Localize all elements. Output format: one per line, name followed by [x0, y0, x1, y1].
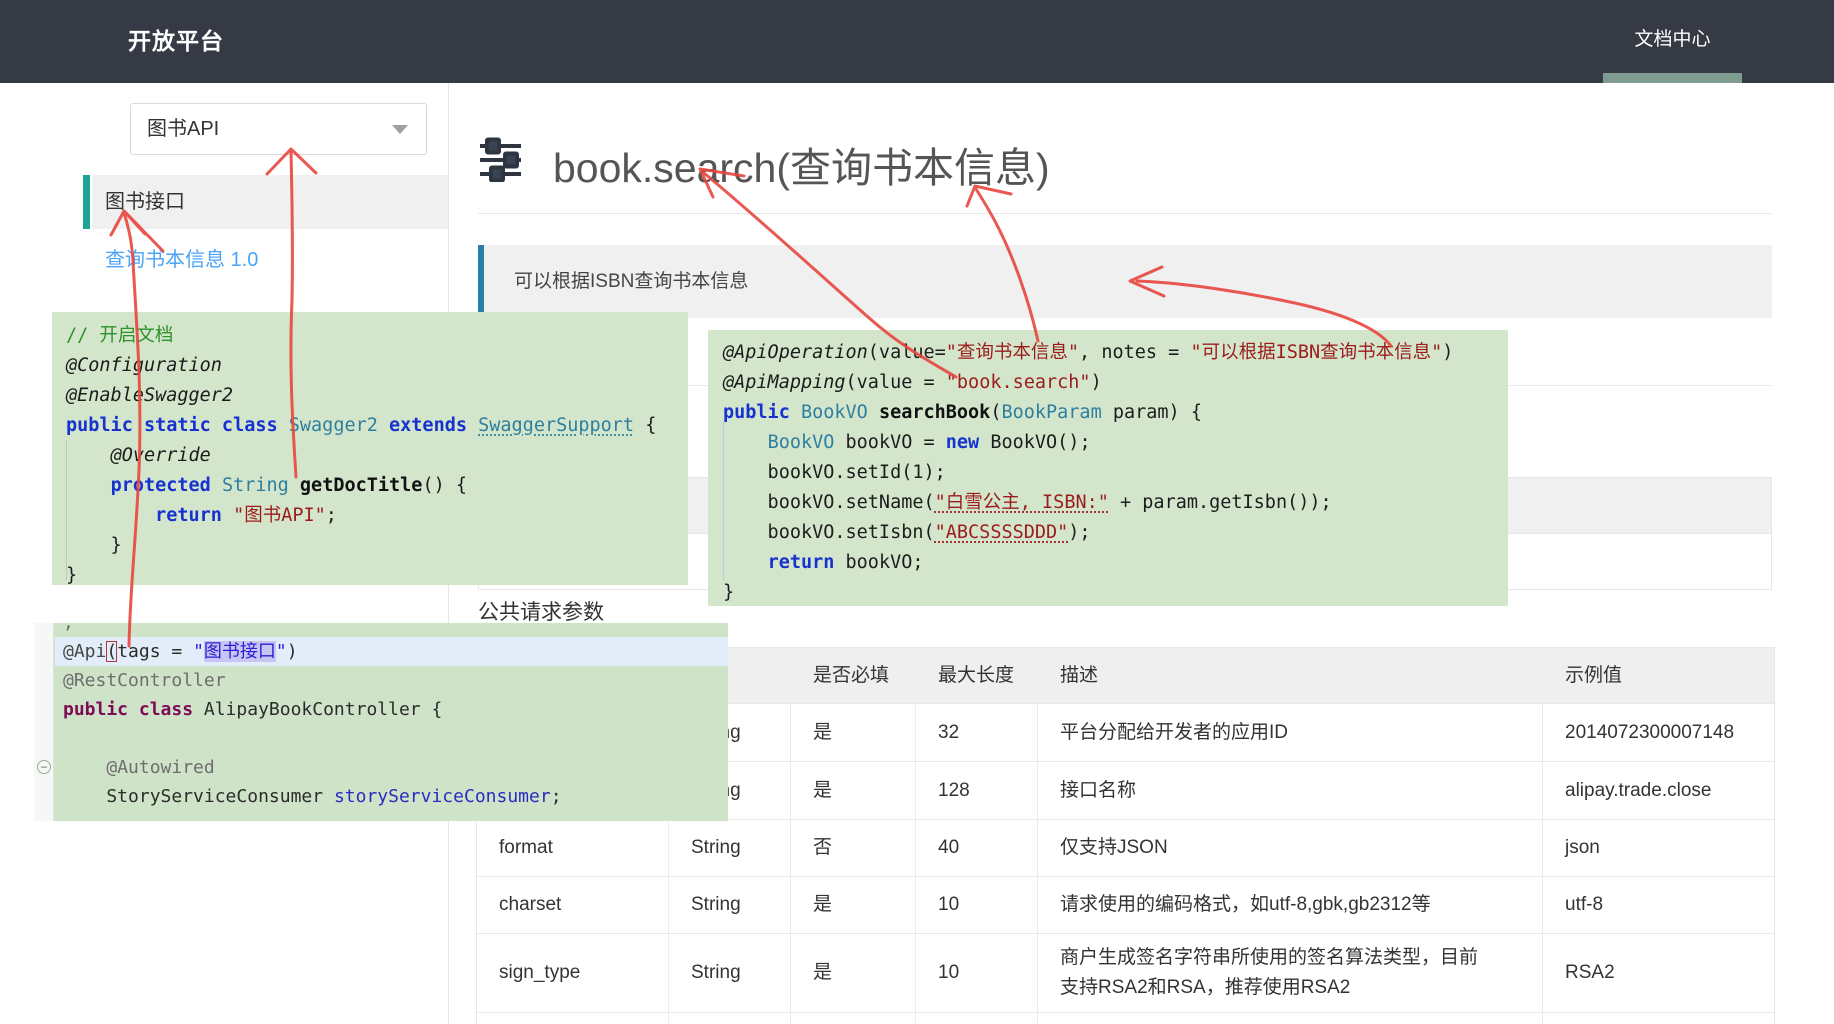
- cell-description: 请求使用的编码格式，如utf-8,gbk,gb2312等: [1038, 877, 1543, 933]
- editor-gutter: −: [34, 623, 54, 821]
- cell-required: 是: [791, 877, 916, 933]
- code-screenshot-swagger-config: // 开启文档@Configuration@EnableSwagger2publ…: [52, 312, 688, 585]
- cell-example: [1543, 1013, 1776, 1024]
- cell-param: format: [477, 820, 669, 876]
- table-row: [477, 1012, 1774, 1024]
- cell-max-length: 40: [916, 820, 1038, 876]
- header-description: 描述: [1038, 648, 1543, 703]
- indent-guide: [66, 440, 67, 580]
- cell-type: String: [669, 877, 791, 933]
- page-title: book.search(查询书本信息): [553, 134, 1050, 194]
- header-max-length: 最大长度: [916, 648, 1038, 703]
- cell-type: String: [669, 934, 791, 1012]
- brand-title: 开放平台: [128, 0, 224, 83]
- cell-required: 否: [791, 820, 916, 876]
- code-screenshot-search-method: @ApiOperation(value="查询书本信息", notes = "可…: [708, 330, 1508, 606]
- cell-description: 仅支持JSON: [1038, 820, 1543, 876]
- cell-example: json: [1543, 820, 1776, 876]
- cell-required: 是: [791, 762, 916, 819]
- cell-max-length: 128: [916, 762, 1038, 819]
- table-row: format String 否 40 仅支持JSON json: [477, 819, 1774, 876]
- cell-description: 商户生成签名字符串所使用的签名算法类型，目前支持RSA2和RSA，推荐使用RSA…: [1038, 934, 1543, 1012]
- page: 开放平台 文档中心 图书API 图书接口 查询书本信息 1.0 book.sea…: [0, 0, 1834, 1024]
- api-group-dropdown-value: 图书API: [147, 104, 219, 154]
- sidebar-item-accent-bar: [83, 175, 90, 229]
- fold-icon: −: [37, 760, 51, 774]
- table-row: sign_type String 是 10 商户生成签名字符串所使用的签名算法类…: [477, 933, 1774, 1012]
- sidebar-item-book-api-group[interactable]: 图书接口: [83, 175, 448, 229]
- api-note-text: 可以根据ISBN查询书本信息: [514, 245, 748, 318]
- cell-param: [477, 1013, 669, 1024]
- header-required: 是否必填: [791, 648, 916, 703]
- sliders-icon: [480, 137, 521, 182]
- cell-example: 2014072300007148: [1543, 704, 1776, 761]
- cell-type: [669, 1013, 791, 1024]
- sidebar-item-label: 图书接口: [105, 175, 185, 229]
- table-row: charset String 是 10 请求使用的编码格式，如utf-8,gbk…: [477, 876, 1774, 933]
- code-screenshot-controller: − ,@Api(tags = "图书接口")@RestControllerpub…: [34, 623, 728, 821]
- indent-guide: [723, 422, 724, 580]
- cell-description: 接口名称: [1038, 762, 1543, 819]
- cell-description: 平台分配给开发者的应用ID: [1038, 704, 1543, 761]
- cell-param: charset: [477, 877, 669, 933]
- cell-example: utf-8: [1543, 877, 1776, 933]
- cell-param: sign_type: [477, 934, 669, 1012]
- tab-active-indicator: [1603, 73, 1742, 83]
- cell-description: [1038, 1013, 1543, 1024]
- chevron-down-icon: [392, 125, 408, 134]
- cell-required: 是: [791, 934, 916, 1012]
- cell-required: 是: [791, 704, 916, 761]
- api-note-box: 可以根据ISBN查询书本信息: [478, 245, 1772, 318]
- header-example: 示例值: [1543, 648, 1776, 703]
- title-divider: [478, 213, 1772, 214]
- cell-example: alipay.trade.close: [1543, 762, 1776, 819]
- cell-max-length: 10: [916, 877, 1038, 933]
- cell-max-length: 32: [916, 704, 1038, 761]
- sidebar-link-search-book[interactable]: 查询书本信息 1.0: [105, 247, 258, 273]
- cell-example: RSA2: [1543, 934, 1776, 1012]
- tab-doc-center[interactable]: 文档中心: [1603, 0, 1742, 83]
- cell-type: String: [669, 820, 791, 876]
- cell-max-length: [916, 1013, 1038, 1024]
- cell-max-length: 10: [916, 934, 1038, 1012]
- cell-required: [791, 1013, 916, 1024]
- api-group-dropdown[interactable]: 图书API: [130, 103, 427, 155]
- top-navbar: 开放平台 文档中心: [0, 0, 1834, 83]
